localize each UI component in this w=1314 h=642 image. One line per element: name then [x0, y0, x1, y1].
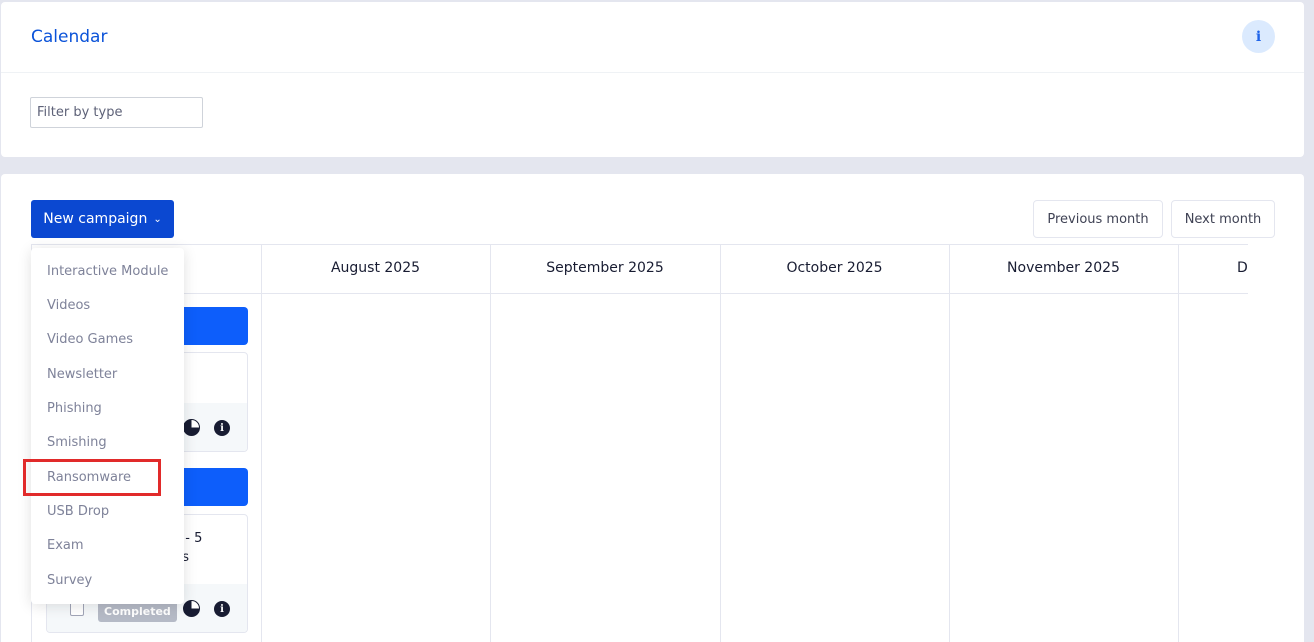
- new-campaign-button[interactable]: New campaign ⌄: [31, 200, 174, 238]
- month-header-august: August 2025: [330, 260, 421, 276]
- grid-top-border: [32, 244, 1248, 245]
- grid-column-divider: [949, 244, 950, 642]
- month-header-december: De: [1237, 260, 1248, 276]
- info-button[interactable]: i: [1242, 20, 1275, 53]
- menu-item-newsletter[interactable]: Newsletter: [47, 367, 117, 382]
- month-header-october: October 2025: [786, 260, 883, 276]
- grid-header-border: [32, 293, 1248, 294]
- card-header: Calendar i: [1, 2, 1304, 73]
- new-campaign-label: New campaign: [43, 211, 148, 227]
- info-icon[interactable]: i: [214, 420, 230, 436]
- menu-item-smishing[interactable]: Smishing: [47, 435, 107, 450]
- stats-pie-icon[interactable]: [183, 419, 200, 436]
- next-month-button[interactable]: Next month: [1171, 200, 1275, 238]
- menu-item-survey[interactable]: Survey: [47, 573, 92, 588]
- page-title: Calendar: [31, 27, 108, 47]
- ransomware-highlight-box: [23, 459, 161, 496]
- filter-by-type-input[interactable]: [30, 97, 203, 128]
- menu-item-exam[interactable]: Exam: [47, 538, 84, 553]
- info-icon: i: [1255, 28, 1262, 45]
- month-header-november: November 2025: [1007, 260, 1120, 276]
- menu-item-phishing[interactable]: Phishing: [47, 401, 102, 416]
- campaign-checkbox[interactable]: [70, 602, 84, 616]
- calendar-header-card: Calendar i: [1, 2, 1304, 157]
- grid-column-divider: [720, 244, 721, 642]
- calendar-main-card: New campaign ⌄ Previous month Next month…: [1, 174, 1304, 642]
- stats-pie-icon[interactable]: [183, 600, 200, 617]
- previous-month-button[interactable]: Previous month: [1033, 200, 1163, 238]
- menu-item-usb-drop[interactable]: USB Drop: [47, 504, 109, 519]
- month-header-september: September 2025: [546, 260, 664, 276]
- menu-item-interactive-module[interactable]: Interactive Module: [47, 264, 168, 279]
- grid-column-divider: [490, 244, 491, 642]
- calendar-grid: August 2025 September 2025 October 2025 …: [31, 244, 1248, 642]
- new-campaign-dropdown-menu: Interactive Module Videos Video Games Ne…: [31, 248, 184, 604]
- grid-column-divider: [1178, 244, 1179, 642]
- menu-item-video-games[interactable]: Video Games: [47, 332, 133, 347]
- menu-item-videos[interactable]: Videos: [47, 298, 90, 313]
- chevron-down-icon: ⌄: [153, 214, 162, 225]
- info-icon[interactable]: i: [214, 601, 230, 617]
- grid-column-divider: [261, 244, 262, 642]
